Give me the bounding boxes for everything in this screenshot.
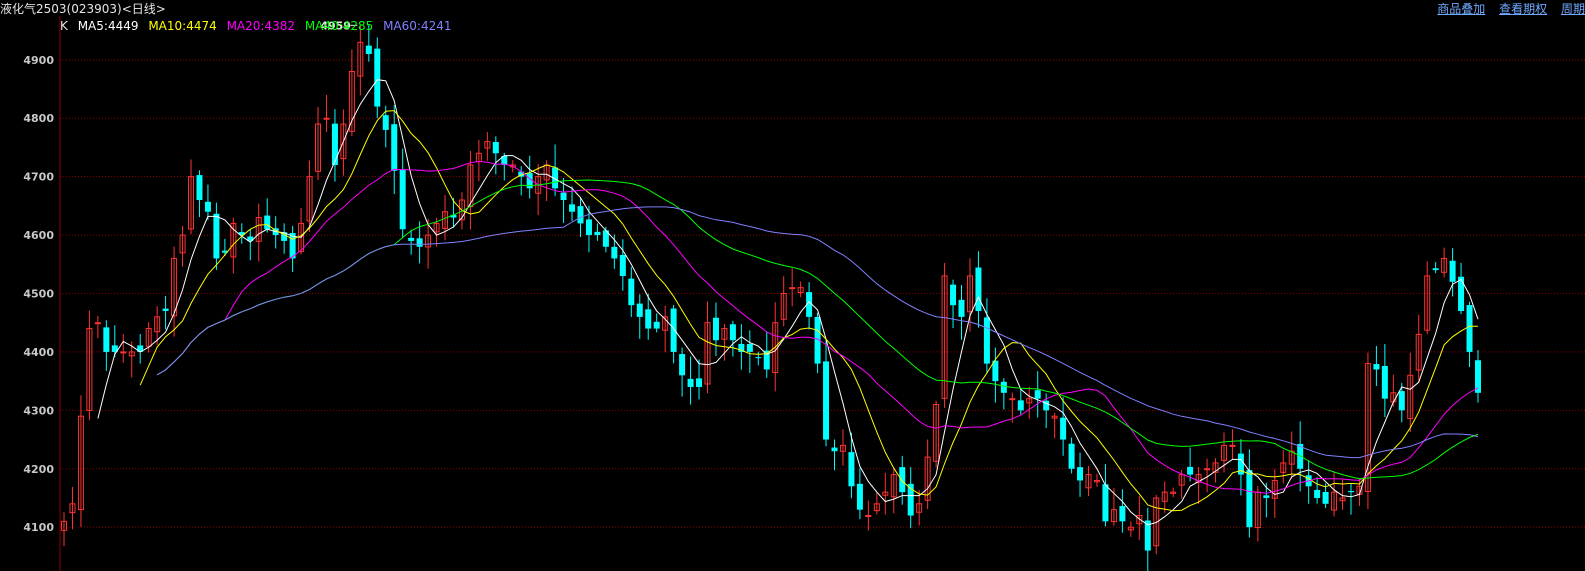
y-tick-label: 4900 — [23, 54, 54, 67]
candle-down — [899, 467, 906, 493]
y-tick-label: 4800 — [23, 112, 54, 125]
candle-down — [975, 267, 982, 312]
candle-down — [950, 284, 957, 306]
ma10-label: MA10:4474 — [148, 19, 217, 33]
moving-averages — [97, 79, 1479, 526]
candle-down — [416, 238, 423, 247]
candle-down — [594, 231, 601, 236]
candle-down — [196, 175, 203, 201]
candle-down — [585, 219, 592, 236]
candle-down — [611, 246, 618, 259]
y-tick-label: 4200 — [23, 463, 54, 476]
ma5-label: MA5:4449 — [77, 19, 139, 33]
candle-down — [1187, 466, 1194, 475]
k-label: K — [60, 19, 68, 33]
ma60-label: MA60:4241 — [383, 19, 452, 33]
candle-down — [636, 303, 643, 317]
candle-down — [1314, 489, 1321, 498]
candle-down — [1119, 506, 1126, 522]
candle-down — [831, 447, 838, 452]
candle-down — [1077, 467, 1084, 481]
candle-down — [204, 201, 211, 212]
candle-down — [755, 357, 762, 359]
candle-down — [1458, 276, 1465, 312]
candle-down — [569, 204, 576, 212]
candle-down — [1449, 260, 1456, 282]
candle-up — [1009, 398, 1016, 401]
compare-commodity-link[interactable]: 商品叠加 — [1437, 2, 1485, 16]
candle-down — [653, 321, 660, 329]
candle-down — [1381, 365, 1388, 399]
candle-down — [628, 278, 635, 306]
candle-up — [1229, 444, 1236, 447]
candle-down — [382, 115, 389, 130]
view-options-link[interactable]: 查看期权 — [1499, 2, 1547, 16]
candle-down — [1034, 390, 1041, 399]
candle-down — [1322, 491, 1329, 504]
candle-down — [560, 192, 567, 201]
candle-down — [958, 299, 965, 317]
candle-down — [399, 169, 406, 230]
candle-down — [687, 378, 694, 387]
y-tick-label: 4500 — [23, 288, 54, 301]
candle-down — [1373, 364, 1380, 370]
extreme-annotations: 4959 4014 — [320, 19, 358, 32]
candle-down — [1060, 417, 1067, 440]
candle-down — [823, 361, 830, 440]
candle-down — [729, 324, 736, 341]
candle-down — [1246, 470, 1253, 528]
candle-down — [679, 354, 686, 376]
top-links: 商品叠加 查看期权 周期 — [1427, 0, 1585, 17]
candle-down — [365, 45, 372, 54]
candle-down — [264, 215, 271, 230]
candle-down — [1263, 495, 1270, 498]
period-link[interactable]: 周期 — [1561, 2, 1585, 16]
candle-down — [1000, 381, 1007, 393]
candle-down — [670, 308, 677, 352]
candle-up — [120, 351, 127, 354]
candle-down — [162, 308, 169, 312]
candle-down — [696, 378, 703, 387]
candle-up — [865, 515, 872, 517]
candle-down — [492, 141, 499, 154]
candle-down — [856, 483, 863, 510]
candle-down — [1466, 305, 1473, 352]
candle-down — [408, 237, 415, 241]
ma20-label: MA20:4382 — [226, 19, 295, 33]
y-tick-label: 4100 — [23, 521, 54, 534]
candle-down — [746, 344, 753, 352]
candle-down — [331, 123, 338, 165]
ma5-line — [97, 79, 1479, 526]
candle-down — [391, 124, 398, 171]
y-tick-label: 4700 — [23, 171, 54, 184]
candle-down — [374, 48, 381, 107]
candle-down — [712, 317, 719, 341]
kline-chart[interactable]: 4100 4200 4300 4400 4500 4600 4700 4800 4900 495… — [0, 0, 1585, 571]
candle-down — [1068, 443, 1075, 469]
candle-up — [789, 287, 796, 290]
chart-title: 液化气2503(023903)<日线> — [0, 2, 166, 16]
candle-down — [103, 327, 110, 352]
candle-down — [1432, 268, 1439, 271]
candle-down — [983, 317, 990, 364]
ma40-label: MA40:4285 — [304, 19, 374, 33]
candle-down — [1017, 400, 1024, 411]
candle-up — [94, 322, 101, 325]
candle-down — [577, 206, 584, 224]
candle-up — [323, 117, 330, 120]
candle-down — [1398, 391, 1405, 411]
candle-down — [645, 309, 652, 329]
ma-legend: K MA5:4449 MA10:4474 MA20:4382 MA40:4285… — [60, 19, 457, 33]
candle-up — [1204, 468, 1211, 471]
grid-lines — [60, 59, 1585, 528]
candle-down — [848, 452, 855, 487]
y-tick-label: 4600 — [23, 229, 54, 242]
candle-down — [1102, 484, 1109, 522]
y-tick-label: 4300 — [23, 404, 54, 417]
y-axis: 4100 4200 4300 4400 4500 4600 4700 4800 4900 — [23, 54, 54, 534]
candle-down — [213, 213, 220, 259]
candle-down — [1347, 490, 1354, 493]
candle-down — [619, 254, 626, 276]
y-tick-label: 4400 — [23, 346, 54, 359]
